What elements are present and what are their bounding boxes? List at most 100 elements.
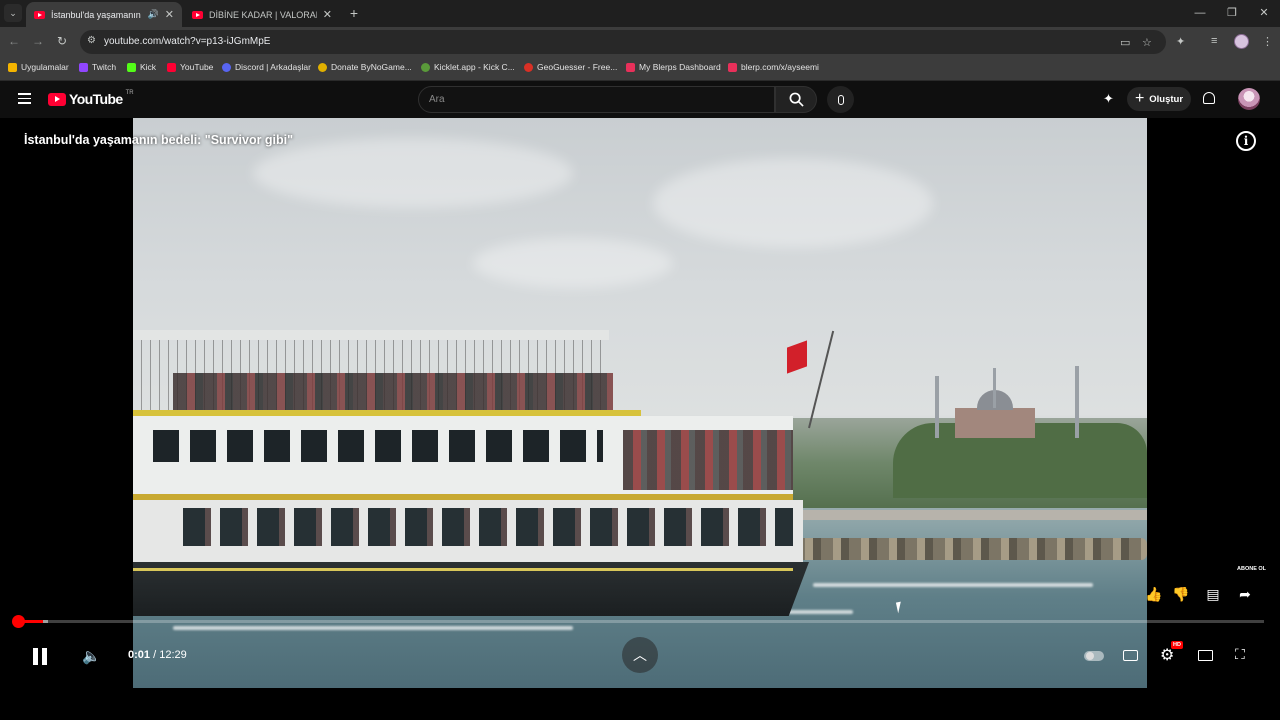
browser-tab[interactable]: DİBİNE KADAR | VALORANT ED ✕ [184, 2, 340, 27]
youtube-wordmark: YouTube [69, 91, 123, 107]
bookmark-item[interactable]: Kicklet.app - Kick C... [421, 62, 515, 72]
time-display: 0:01 / 12:29 [128, 649, 187, 661]
autoplay-toggle[interactable] [1084, 651, 1104, 661]
tab-search-button[interactable]: ⌄ [4, 4, 22, 22]
search-icon [789, 92, 804, 107]
info-icon[interactable]: i [1236, 131, 1256, 151]
bookmark-label: Kicklet.app - Kick C... [434, 62, 515, 72]
subscribe-label[interactable]: ABONE OL [1237, 566, 1266, 572]
pause-button[interactable] [33, 648, 47, 665]
fullscreen-icon[interactable]: ⛶ [1235, 646, 1245, 663]
video-frame[interactable] [133, 118, 1147, 688]
reload-icon[interactable]: ↻ [54, 34, 70, 48]
kick-icon [127, 62, 136, 72]
browser-tab-strip: ⌄ İstanbul'da yaşamanın bede 🔊 ✕ DİBİNE … [0, 0, 1280, 27]
blerp-icon [626, 62, 635, 72]
bookmark-label: Kick [140, 62, 157, 72]
browser-profile-avatar[interactable] [1234, 34, 1249, 49]
bookmark-label: GeoGuesser - Free... [537, 62, 618, 72]
bookmark-item[interactable]: Kick [127, 62, 156, 72]
breakwater [793, 510, 1147, 520]
tab-close-icon[interactable]: ✕ [323, 8, 332, 21]
microphone-icon [837, 94, 844, 105]
bookmark-label: blerp.com/x/ayseemi [741, 62, 819, 72]
theater-mode-icon[interactable] [1198, 650, 1213, 661]
video-title[interactable]: İstanbul'da yaşamanın bedeli: "Survivor … [24, 133, 293, 147]
geoguesser-icon [524, 62, 533, 72]
bookmark-label: Twitch [92, 62, 117, 72]
site-info-icon[interactable]: ⚙ [87, 35, 96, 46]
new-tab-button[interactable]: + [346, 5, 362, 21]
bookmark-item[interactable]: blerp.com/x/ayseemi [728, 62, 819, 72]
duration: 12:29 [159, 649, 187, 661]
volume-icon[interactable]: 🔈 [82, 647, 101, 665]
bookmark-item[interactable]: My Blerps Dashboard [626, 62, 721, 72]
like-icon[interactable]: 👍 [1144, 586, 1164, 603]
rocks [793, 538, 1147, 560]
youtube-play-icon [48, 92, 66, 106]
media-control-icon[interactable]: ≡ [1211, 35, 1217, 47]
browser-menu-icon[interactable]: ⋮ [1262, 35, 1273, 48]
scrubber-handle[interactable] [12, 615, 25, 628]
bookmark-label: My Blerps Dashboard [639, 62, 721, 72]
forward-icon[interactable]: → [30, 34, 46, 48]
blerp-icon [728, 62, 737, 72]
discord-icon [222, 62, 231, 72]
bookmark-label: Uygulamalar [21, 62, 69, 72]
youtube-favicon-icon [192, 10, 203, 19]
extensions-icon[interactable]: ✦ [1176, 35, 1185, 48]
bookmarks-bar: Uygulamalar Twitch Kick YouTube Discord … [0, 57, 1280, 81]
progress-bar[interactable] [18, 620, 1264, 623]
notifications-bell-icon[interactable] [1203, 92, 1215, 104]
search-button[interactable] [775, 86, 817, 113]
twitch-icon [79, 62, 88, 72]
search-input[interactable]: Ara [418, 86, 775, 113]
bookmark-item[interactable]: Uygulamalar [8, 62, 69, 72]
ferry-boat [133, 318, 813, 618]
youtube-icon [167, 62, 176, 72]
account-avatar[interactable] [1238, 88, 1260, 110]
close-window-icon[interactable]: ✕ [1248, 0, 1280, 27]
window-controls: — ❐ ✕ [1184, 0, 1280, 27]
hd-badge: HD [1171, 641, 1183, 649]
bookmark-label: YouTube [180, 62, 214, 72]
guide-menu-icon[interactable] [18, 93, 31, 107]
address-bar[interactable]: ⚙ youtube.com/watch?v=p13-iJGmMpE ▭ ☆ [80, 30, 1166, 54]
subtitles-icon[interactable] [1123, 650, 1138, 661]
apps-grid-icon [8, 62, 17, 72]
bookmark-item[interactable]: YouTube [167, 62, 213, 72]
youtube-favicon-icon [34, 10, 45, 19]
bookmark-item[interactable]: Twitch [79, 62, 116, 72]
comments-icon[interactable]: ▤ [1203, 586, 1223, 603]
bookmark-star-icon[interactable]: ☆ [1142, 36, 1152, 49]
bookmark-label: Donate ByNoGame... [331, 62, 412, 72]
bookmark-item[interactable]: GeoGuesser - Free... [524, 62, 617, 72]
plus-icon: + [1134, 90, 1145, 107]
bynogame-icon [318, 62, 327, 72]
speaker-icon[interactable]: 🔊 [148, 9, 159, 20]
tab-title: DİBİNE KADAR | VALORANT ED [209, 9, 317, 20]
voice-search-button[interactable] [827, 86, 854, 113]
create-label: Oluştur [1149, 93, 1184, 105]
bookmark-item[interactable]: Donate ByNoGame... [318, 62, 412, 72]
gamepad-icon[interactable]: ✦ [1103, 91, 1114, 107]
dislike-icon[interactable]: 👎 [1171, 586, 1191, 603]
cast-icon[interactable]: ▭ [1120, 36, 1130, 49]
back-icon[interactable]: ← [6, 34, 22, 48]
video-player[interactable]: İstanbul'da yaşamanın bedeli: "Survivor … [0, 118, 1280, 720]
restore-icon[interactable]: ❐ [1216, 0, 1248, 27]
tab-close-icon[interactable]: ✕ [165, 8, 174, 21]
hagia-sophia [935, 366, 1079, 438]
kicklet-icon [421, 62, 430, 72]
minimize-icon[interactable]: — [1184, 0, 1216, 27]
country-code: TR [125, 90, 134, 96]
browser-tab-active[interactable]: İstanbul'da yaşamanın bede 🔊 ✕ [26, 2, 182, 27]
url-text[interactable]: youtube.com/watch?v=p13-iJGmMpE [104, 36, 270, 47]
share-icon[interactable]: ➦ [1235, 586, 1255, 603]
youtube-masthead: YouTube TR Ara ✦ + Oluştur [0, 81, 1280, 118]
create-button[interactable]: + Oluştur [1127, 87, 1191, 111]
youtube-logo[interactable]: YouTube TR [48, 90, 134, 107]
bookmark-item[interactable]: Discord | Arkadaşlar [222, 62, 311, 72]
browser-toolbar: ← → ↻ ⚙ youtube.com/watch?v=p13-iJGmMpE … [0, 27, 1280, 57]
chevron-up-icon[interactable]: ︿ [622, 637, 658, 673]
